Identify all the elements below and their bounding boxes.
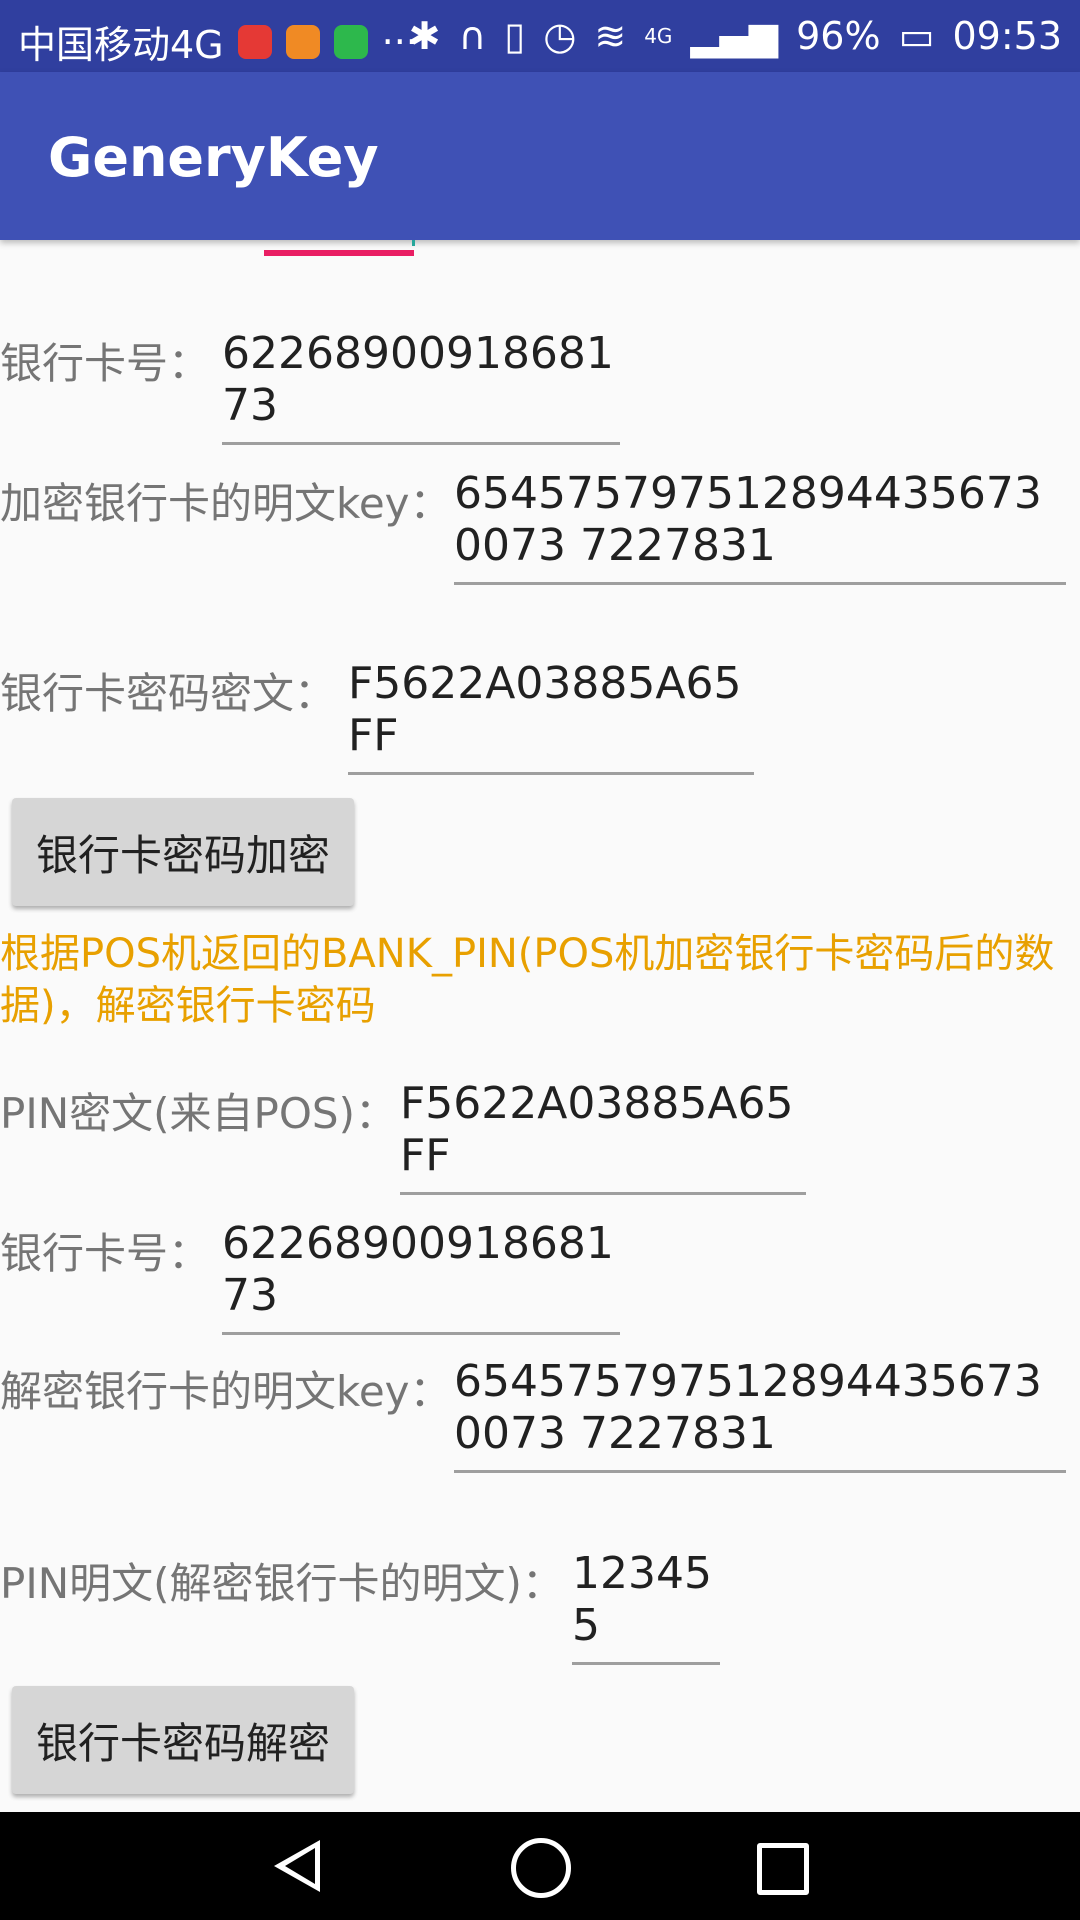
home-icon[interactable] [511, 1838, 571, 1898]
wechat-icon [333, 24, 368, 59]
text-cursor [412, 240, 415, 246]
pin-cipher-output-input[interactable]: F5622A03885A65FF [348, 658, 754, 775]
encrypt-key-label: 加密银行卡的明文key： [0, 479, 452, 528]
pin-plain-label: PIN明文(解密银行卡的明文)： [0, 1559, 564, 1608]
health-app-icon [285, 24, 320, 59]
decrypt-card-number-input[interactable]: 6226890091868173 [222, 1218, 620, 1335]
signal-icon: ▂▄▆ [690, 14, 779, 58]
pin-cipher-from-pos-input[interactable]: F5622A03885A65FF [400, 1078, 806, 1195]
encrypt-pin-button[interactable]: 银行卡密码加密 [12, 798, 354, 906]
decrypt-key-label: 解密银行卡的明文key： [0, 1367, 452, 1416]
decrypt-pin-button[interactable]: 银行卡密码解密 [12, 1686, 354, 1794]
pin-cipher-from-pos-label: PIN密文(来自POS)： [0, 1089, 397, 1138]
bluetooth-icon: ✱ [408, 14, 441, 58]
decrypt-card-number-label: 银行卡号： [0, 1229, 211, 1278]
music-app-icon [237, 24, 272, 59]
alarm-icon: ◷ [543, 14, 577, 58]
carrier-text: 中国移动4G [18, 23, 224, 67]
clock-time: 09:53 [952, 14, 1062, 58]
decrypt-key-input[interactable]: 6545757975128944356730073 7227831 [454, 1356, 1066, 1473]
app-title: GeneryKey [48, 126, 379, 189]
app-bar: GeneryKey [0, 72, 1080, 240]
status-bar: 中国移动4G ··· ✱ ∩ ▯ ◷ ≋ 4G ▂▄▆ 96% ▭ 09:53 [0, 0, 1080, 72]
card-number-input[interactable]: 6226890091868173 [222, 328, 620, 445]
wifi-icon: ≋ [594, 14, 627, 58]
headphones-icon: ∩ [458, 14, 487, 58]
vibrate-icon: ▯ [504, 14, 526, 58]
tab-indicator [264, 250, 414, 256]
decrypt-instruction-text: 根据POS机返回的BANK_PIN(POS机加密银行卡密码后的数据)，解密银行卡… [0, 931, 1055, 1029]
pin-plain-input[interactable]: 123455 [572, 1548, 720, 1665]
encrypt-key-input[interactable]: 6545757975128944356730073 7227831 [454, 468, 1066, 585]
network-type: 4G [644, 24, 673, 48]
back-icon-inner [285, 1848, 315, 1884]
card-number-label: 银行卡号： [0, 339, 211, 388]
battery-icon: ▭ [898, 14, 935, 58]
pin-cipher-output-label: 银行卡密码密文： [0, 669, 337, 718]
recent-apps-icon[interactable] [757, 1843, 809, 1895]
battery-percent: 96% [796, 14, 881, 58]
